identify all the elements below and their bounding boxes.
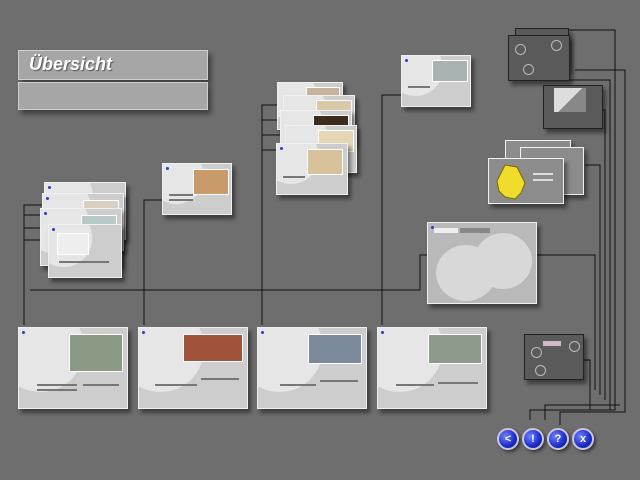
close-button[interactable]: x <box>572 428 594 450</box>
germany-map-icon <box>496 164 526 200</box>
back-button[interactable]: < <box>497 428 519 450</box>
help-button[interactable]: ? <box>547 428 569 450</box>
thumb-page[interactable] <box>401 55 471 107</box>
settings-icon <box>535 365 546 376</box>
main-page-3[interactable] <box>257 327 367 409</box>
title-subbar <box>18 82 208 110</box>
overview-map: Übersicht < ! ? x <box>0 0 640 480</box>
info-button[interactable]: ! <box>522 428 544 450</box>
page-title-bar: Übersicht <box>18 50 208 80</box>
thumb-page[interactable] <box>162 163 232 215</box>
map-page[interactable] <box>488 158 564 204</box>
settings-icon <box>531 347 542 358</box>
extra-panel[interactable] <box>524 334 584 380</box>
settings-icon <box>515 44 526 55</box>
settings-icon <box>523 64 534 75</box>
settings-icon <box>569 341 580 352</box>
main-page-2[interactable] <box>138 327 248 409</box>
thumb-page[interactable] <box>48 224 122 278</box>
main-page-4[interactable] <box>377 327 487 409</box>
settings-icon <box>551 40 562 51</box>
page-title: Übersicht <box>29 54 113 74</box>
thumb-page[interactable] <box>276 143 348 195</box>
info-panel[interactable] <box>543 85 603 129</box>
settings-panel[interactable] <box>508 35 570 81</box>
main-page-1[interactable] <box>18 327 128 409</box>
index-page[interactable] <box>427 222 537 304</box>
